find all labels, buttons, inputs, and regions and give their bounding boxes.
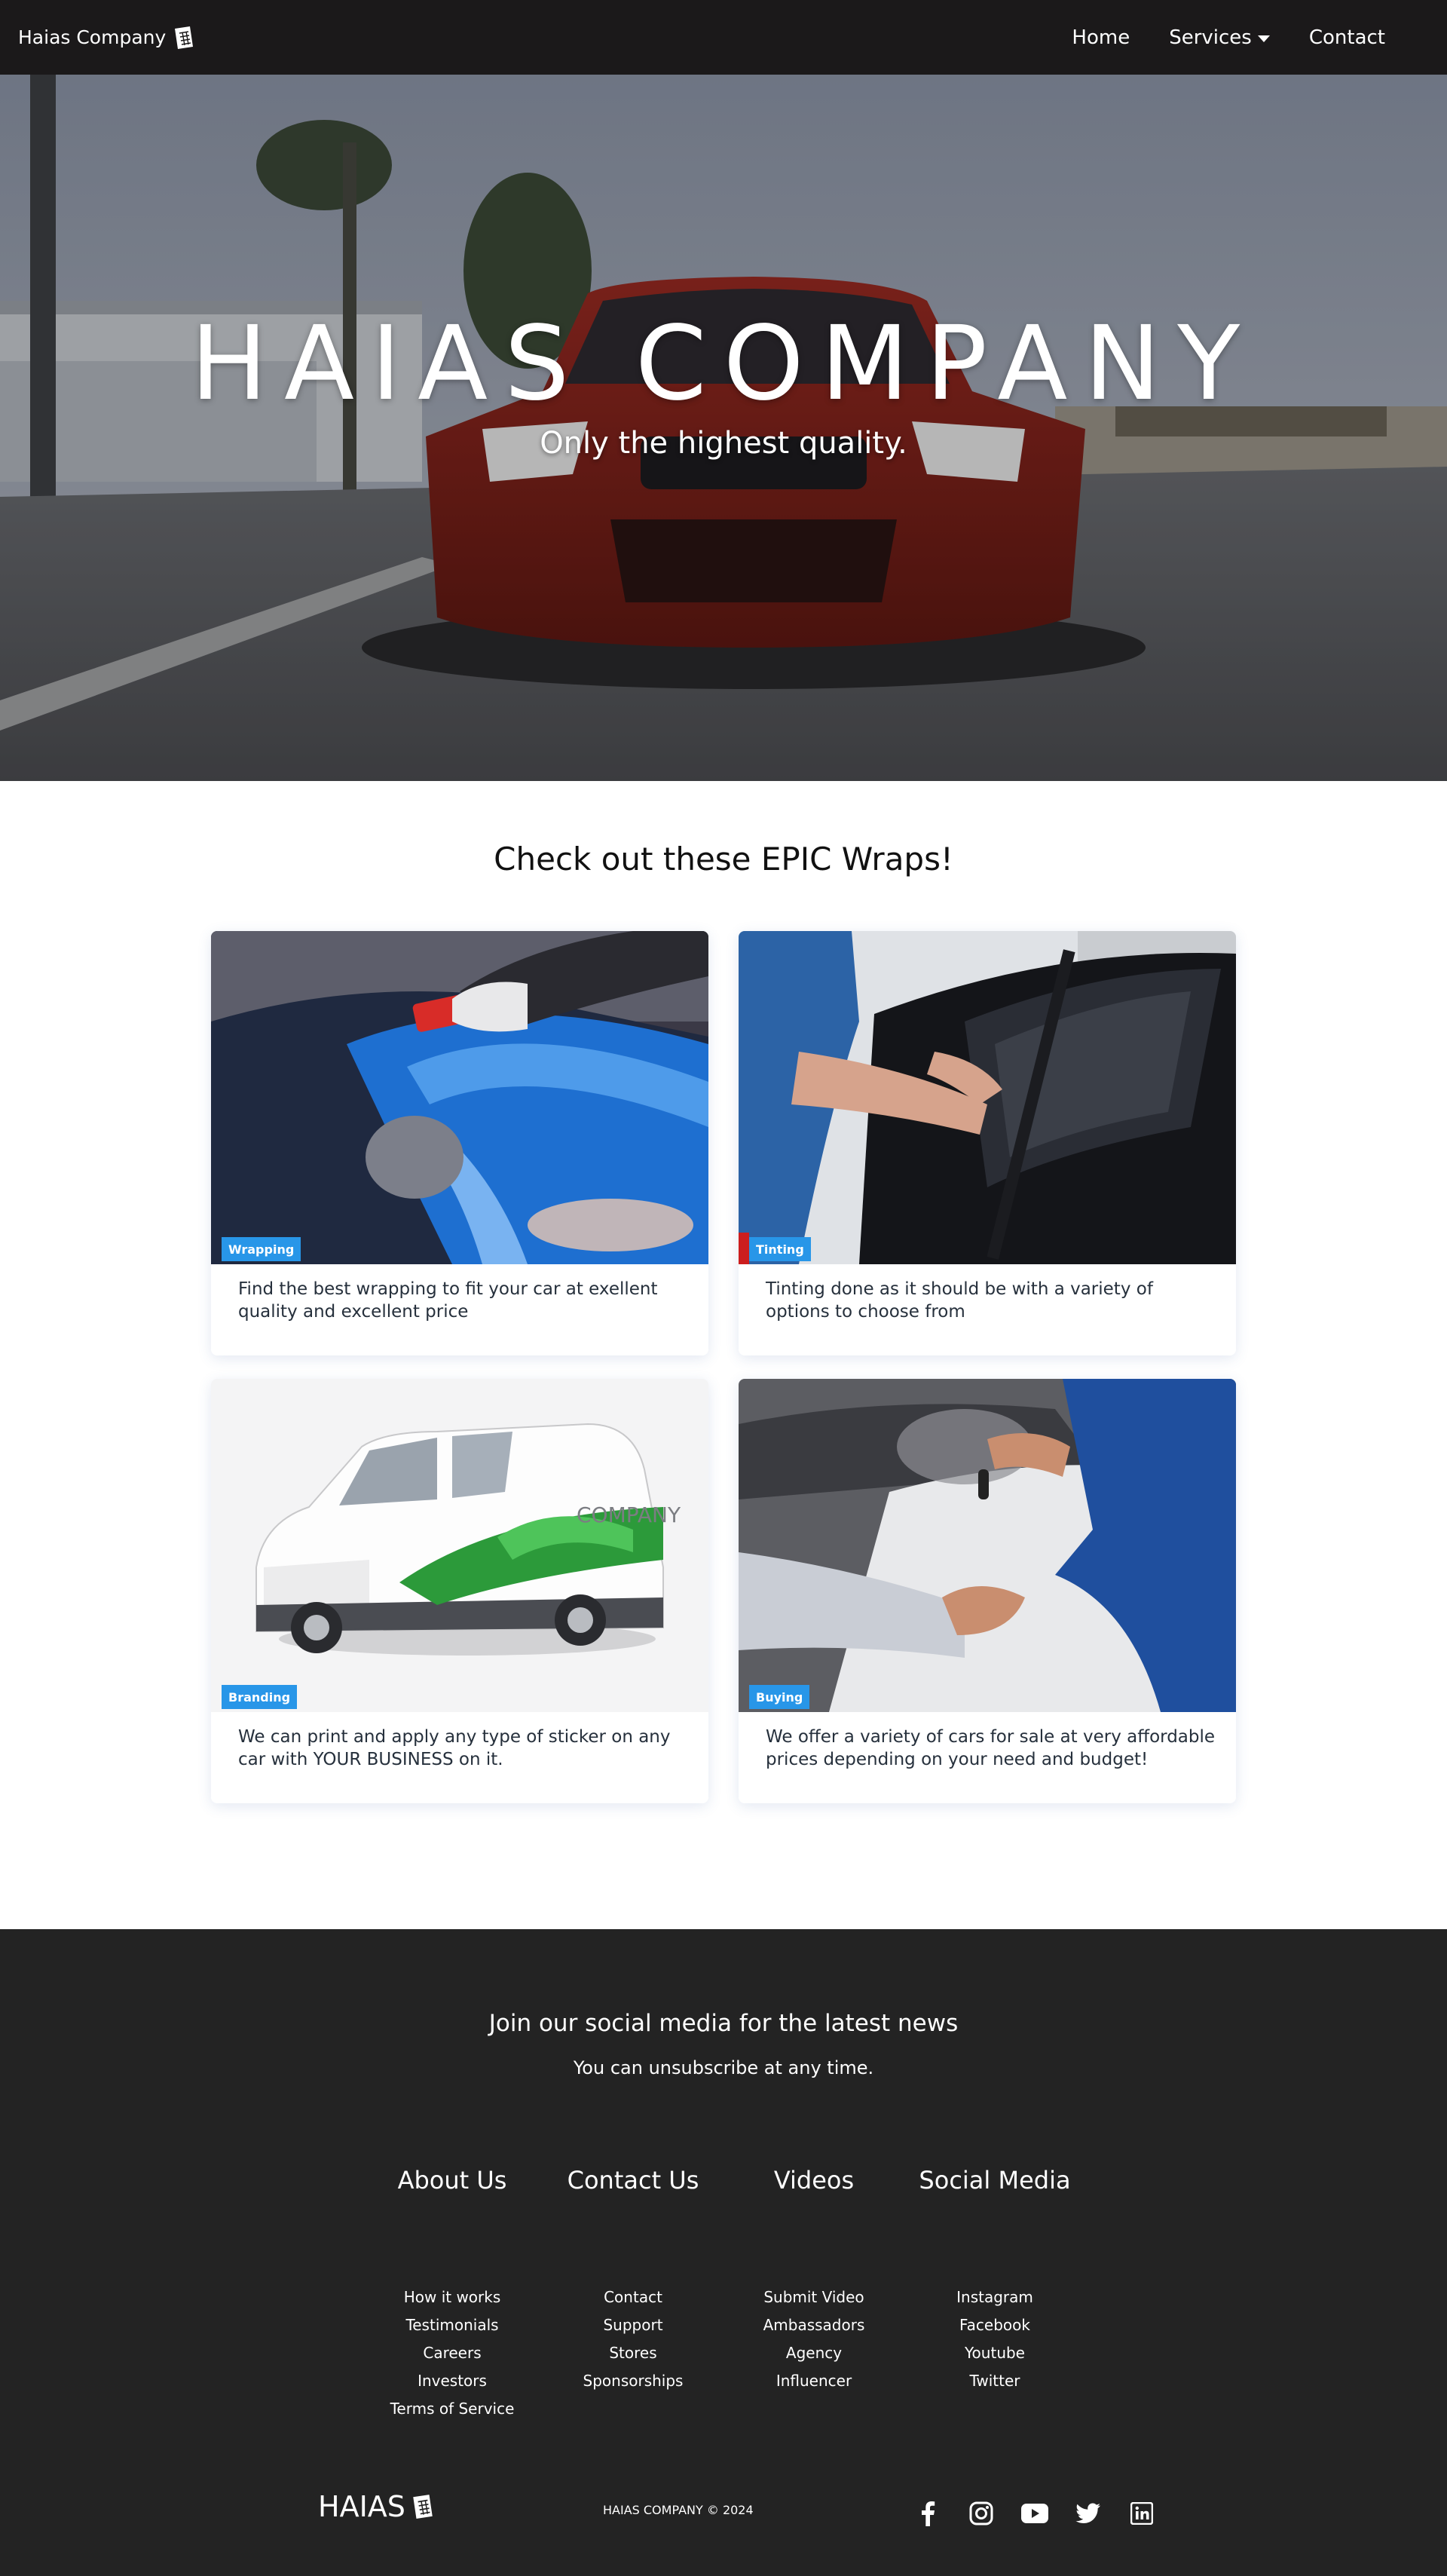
nav-services-dropdown[interactable]: Services bbox=[1169, 26, 1270, 49]
footer-link[interactable]: Contact bbox=[543, 2283, 724, 2311]
instagram-icon[interactable] bbox=[967, 2499, 996, 2528]
footer-link[interactable]: Terms of Service bbox=[362, 2395, 543, 2423]
card-text: Find the best wrapping to fit your car a… bbox=[238, 1279, 658, 1322]
footer-link[interactable]: Ambassadors bbox=[724, 2311, 904, 2339]
footer-column-title: Contact Us bbox=[567, 2166, 699, 2195]
card-badge: Wrapping bbox=[222, 1237, 301, 1261]
linkedin-icon[interactable] bbox=[1127, 2499, 1156, 2528]
card-text: We can print and apply any type of stick… bbox=[238, 1727, 671, 1769]
footer-link[interactable]: Influencer bbox=[724, 2367, 904, 2395]
footer-link[interactable]: Youtube bbox=[904, 2339, 1085, 2367]
tinting-image: Tinting bbox=[739, 931, 1236, 1264]
brand-name: Haias Company bbox=[18, 26, 167, 48]
nav-home-label: Home bbox=[1072, 26, 1130, 49]
card-badge: Buying bbox=[749, 1685, 810, 1709]
footer-link[interactable]: Sponsorships bbox=[543, 2367, 724, 2395]
hero-section: HAIAS COMPANY Only the highest quality. bbox=[0, 75, 1447, 781]
footer-link[interactable]: Twitter bbox=[904, 2367, 1085, 2395]
service-card-branding[interactable]: COMPANY Branding We can print and apply … bbox=[211, 1379, 708, 1803]
twitter-icon[interactable] bbox=[1074, 2499, 1103, 2528]
card-badge: Tinting bbox=[749, 1237, 811, 1261]
nav-home[interactable]: Home bbox=[1072, 26, 1130, 49]
social-icons bbox=[913, 2499, 1156, 2528]
caret-down-icon bbox=[1257, 35, 1270, 42]
footer-link[interactable]: Agency bbox=[724, 2339, 904, 2367]
logo-icon bbox=[413, 2495, 433, 2519]
hero-title: HAIAS COMPANY bbox=[190, 305, 1257, 424]
facebook-icon[interactable] bbox=[913, 2499, 942, 2528]
footer-column-title: About Us bbox=[397, 2166, 507, 2195]
footer-link[interactable]: Instagram bbox=[904, 2283, 1085, 2311]
brand-link[interactable]: Haias Company bbox=[18, 0, 194, 75]
logo-icon bbox=[175, 26, 194, 49]
buying-image: Buying bbox=[739, 1379, 1236, 1712]
nav-services-label: Services bbox=[1169, 26, 1252, 49]
card-text: We offer a variety of cars for sale at v… bbox=[766, 1727, 1216, 1769]
footer: Join our social media for the latest new… bbox=[0, 1929, 1447, 2576]
footer-link[interactable]: Careers bbox=[362, 2339, 543, 2367]
footer-column-title: Social Media bbox=[919, 2166, 1071, 2195]
youtube-icon[interactable] bbox=[1020, 2499, 1049, 2528]
footer-link[interactable]: Submit Video bbox=[724, 2283, 904, 2311]
card-badge: Branding bbox=[222, 1685, 298, 1709]
service-card-buying[interactable]: Buying We offer a variety of cars for sa… bbox=[739, 1379, 1236, 1803]
footer-column-videos: Videos Submit Video Ambassadors Agency I… bbox=[724, 2166, 904, 2395]
nav-contact[interactable]: Contact bbox=[1309, 26, 1385, 49]
hero-subtitle: Only the highest quality. bbox=[540, 426, 907, 461]
footer-link[interactable]: Investors bbox=[362, 2367, 543, 2395]
footer-column-about: About Us How it works Testimonials Caree… bbox=[362, 2166, 543, 2423]
footer-link[interactable]: Support bbox=[543, 2311, 724, 2339]
footer-link[interactable]: Testimonials bbox=[362, 2311, 543, 2339]
van-company-text: COMPANY bbox=[577, 1502, 681, 1527]
service-card-wrapping[interactable]: Wrapping Find the best wrapping to fit y… bbox=[211, 931, 708, 1355]
footer-column-contact: Contact Us Contact Support Stores Sponso… bbox=[543, 2166, 724, 2395]
footer-logo-text: HAIAS bbox=[318, 2490, 405, 2523]
navbar: Haias Company Home Services Contact bbox=[0, 0, 1447, 75]
service-card-tinting[interactable]: Tinting Tinting done as it should be wit… bbox=[739, 931, 1236, 1355]
footer-join-text: Join our social media for the latest new… bbox=[488, 2010, 959, 2037]
footer-column-title: Videos bbox=[773, 2166, 855, 2195]
footer-column-social: Social Media Instagram Facebook Youtube … bbox=[904, 2166, 1085, 2395]
nav-contact-label: Contact bbox=[1308, 26, 1385, 49]
footer-link[interactable]: Facebook bbox=[904, 2311, 1085, 2339]
footer-link[interactable]: Stores bbox=[543, 2339, 724, 2367]
wrapping-image: Wrapping bbox=[211, 931, 708, 1264]
footer-copyright: HAIAS COMPANY © 2024 bbox=[603, 2503, 754, 2517]
wraps-heading: Check out these EPIC Wraps! bbox=[494, 841, 953, 878]
footer-unsubscribe-text: You can unsubscribe at any time. bbox=[573, 2057, 874, 2078]
card-text: Tinting done as it should be with a vari… bbox=[766, 1279, 1153, 1322]
footer-logo[interactable]: HAIAS bbox=[318, 2490, 434, 2523]
footer-link[interactable]: How it works bbox=[362, 2283, 543, 2311]
branding-image: COMPANY Branding bbox=[211, 1379, 708, 1712]
